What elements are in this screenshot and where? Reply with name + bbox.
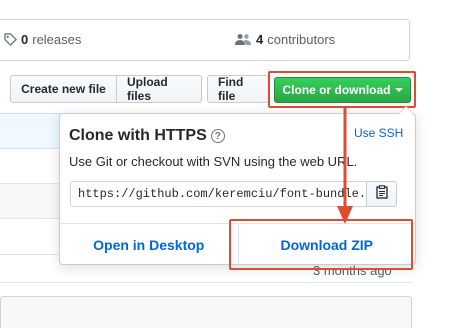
- find-file-button[interactable]: Find file: [207, 75, 269, 103]
- contributors-stat[interactable]: 4 contributors: [234, 32, 335, 47]
- upload-files-button[interactable]: Upload files: [116, 75, 202, 103]
- people-icon: [234, 33, 252, 46]
- copy-url-button[interactable]: [366, 181, 397, 207]
- clone-description: Use Git or checkout with SVN using the w…: [69, 154, 358, 169]
- repo-summary-bar: 0 releases 4 contributors: [0, 19, 410, 61]
- file-actions-group: Create new file Upload files: [10, 75, 202, 103]
- contributors-label: contributors: [267, 32, 336, 47]
- use-ssh-link[interactable]: Use SSH: [354, 126, 403, 140]
- open-in-desktop-button[interactable]: Open in Desktop: [60, 224, 238, 266]
- question-icon[interactable]: ?: [210, 129, 225, 143]
- clone-url-input[interactable]: https://github.com/keremciu/font-bundle.…: [70, 181, 367, 207]
- clone-popover-title: Clone with HTTPS ?: [69, 127, 225, 145]
- clone-button-annotation-box: [268, 71, 416, 108]
- popover-arrow: [398, 106, 414, 114]
- clone-title-text: Clone with HTTPS: [69, 127, 207, 144]
- releases-stat[interactable]: 0 releases: [4, 32, 81, 47]
- annotation-arrow: [337, 106, 353, 224]
- releases-label: releases: [32, 32, 82, 47]
- clipboard-icon: [375, 184, 388, 204]
- contributors-count: 4: [256, 32, 264, 47]
- tag-icon: [4, 33, 17, 46]
- readme-box: [0, 296, 412, 328]
- create-new-file-button[interactable]: Create new file: [10, 75, 117, 103]
- file-navigation: Create new file Upload files Find file: [10, 75, 269, 103]
- releases-count: 0: [21, 32, 29, 47]
- download-zip-annotation-box: [229, 219, 413, 270]
